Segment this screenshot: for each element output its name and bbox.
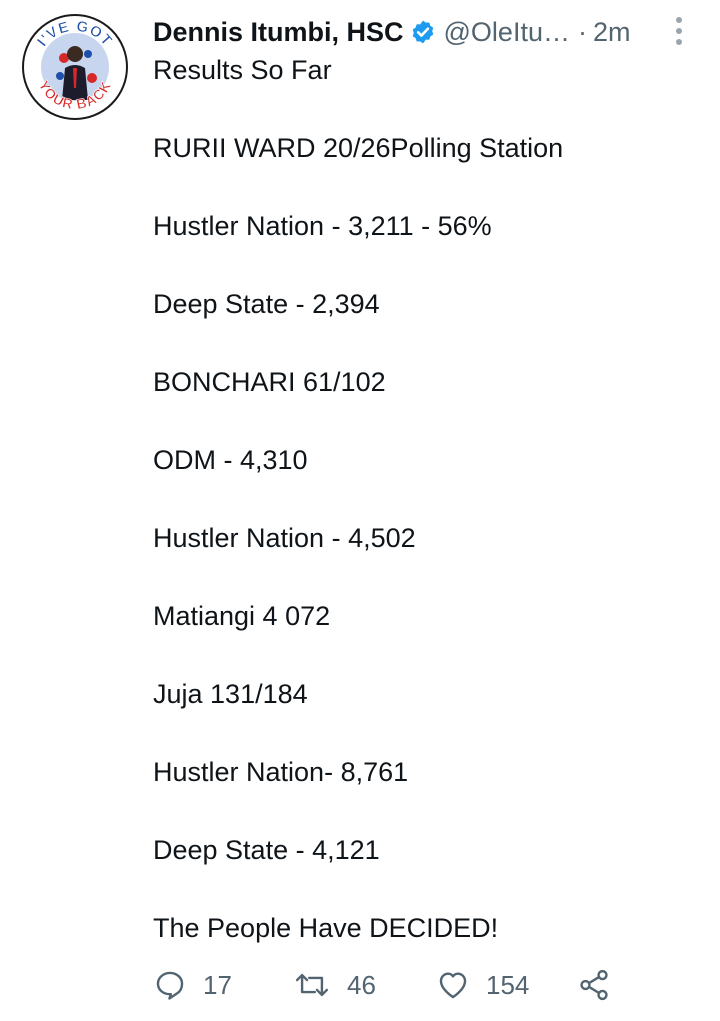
retweet-icon	[295, 973, 329, 997]
share-icon	[580, 969, 608, 1001]
author-name[interactable]: Dennis Itumbi, HSC	[153, 14, 404, 50]
separator-dot: ·	[577, 17, 587, 47]
heart-icon	[439, 972, 467, 999]
avatar-image: I'VE GOT YOUR BACK	[27, 17, 123, 115]
tweet-line: BONCHARI 61/102	[153, 367, 386, 397]
avatar[interactable]: I'VE GOT YOUR BACK	[22, 14, 128, 120]
retweet-count: 46	[347, 969, 376, 1000]
retweet-button[interactable]: 46	[293, 968, 376, 1002]
reply-button[interactable]: 17	[153, 968, 232, 1002]
tweet-actions: 17 46 154	[153, 965, 673, 1005]
tweet-line: Deep State - 2,394	[153, 289, 380, 319]
reply-count: 17	[203, 969, 232, 1000]
tweet-line: Juja 131/184	[153, 679, 308, 709]
tweet-line: ODM - 4,310	[153, 445, 308, 475]
more-vertical-icon[interactable]	[670, 14, 688, 48]
tweet[interactable]: I'VE GOT YOUR BACK Dennis Itumbi, HSC @O…	[0, 0, 720, 1021]
tweet-line: Matiangi 4 072	[153, 601, 331, 631]
reply-icon	[156, 971, 184, 1000]
tweet-header: Dennis Itumbi, HSC @OleItu… · 2m	[153, 14, 703, 50]
verified-badge-icon	[412, 20, 433, 44]
author-handle[interactable]: @OleItu…	[444, 14, 570, 50]
like-count: 154	[486, 969, 530, 1000]
tweet-timestamp[interactable]: 2m	[593, 14, 631, 50]
share-button[interactable]	[577, 968, 611, 1002]
tweet-line: Deep State - 4,121	[153, 835, 380, 865]
tweet-line: Results So Far	[153, 55, 332, 85]
tweet-line: Hustler Nation - 3,211 - 56%	[153, 211, 492, 241]
tweet-text: Results So Far RURII WARD 20/26Polling S…	[153, 52, 693, 988]
tweet-line: Hustler Nation - 4,502	[153, 523, 416, 553]
tweet-line: Hustler Nation- 8,761	[153, 757, 409, 787]
tweet-line: RURII WARD 20/26Polling Station	[153, 133, 564, 163]
like-button[interactable]: 154	[436, 968, 529, 1002]
